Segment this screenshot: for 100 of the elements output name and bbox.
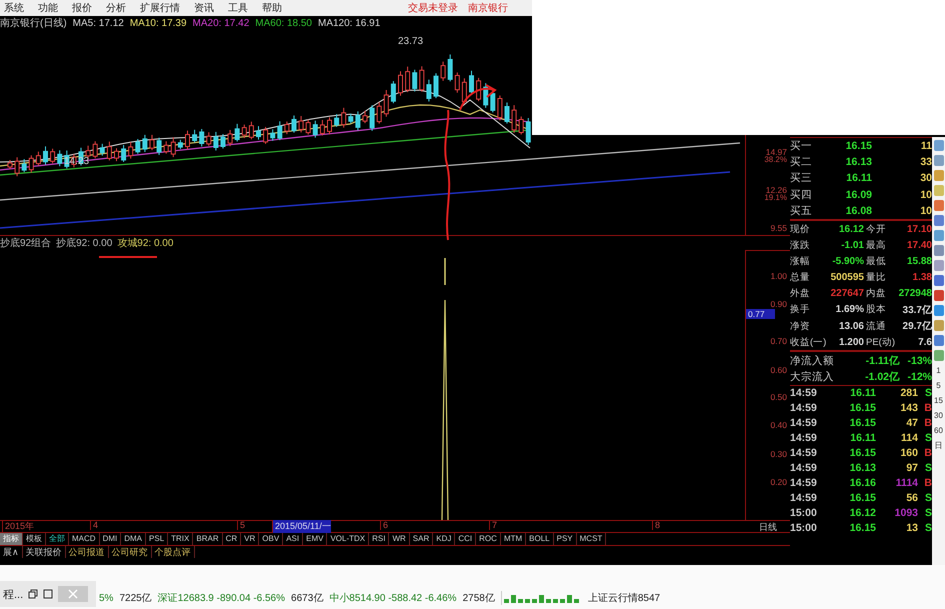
menu-item[interactable]: 资讯 (194, 1, 214, 15)
indicator-tab[interactable]: OBV (259, 533, 284, 545)
trade-side: S (924, 387, 932, 400)
stat-value: -5.90% (831, 256, 864, 267)
indicator-label: 抄底92: 0.00 (56, 236, 112, 250)
info-tab[interactable]: 公司报道 (66, 546, 109, 558)
menu-item[interactable]: 扩展行情 (140, 1, 180, 15)
trade-price: 16.15 (848, 522, 876, 534)
indicator-tab[interactable]: DMI (100, 533, 122, 545)
period-button[interactable]: 日 (934, 440, 942, 451)
menu-item[interactable]: 功能 (38, 1, 58, 15)
moving-average-label: MA60: 18.50 (255, 18, 312, 28)
indicator-tab[interactable]: MACD (69, 533, 100, 545)
period-button[interactable]: 1 (936, 365, 941, 376)
cloud-quote-text: 上证云行情8547 (588, 592, 660, 605)
trade-time: 14:59 (790, 417, 818, 430)
trade-time: 15:00 (790, 522, 818, 534)
order-level-label: 买三 (790, 171, 813, 186)
axis-label: 0.30 (770, 449, 787, 459)
indicator-tab[interactable]: MTM (500, 533, 526, 545)
menu-item[interactable]: 报价 (72, 1, 92, 15)
period-button[interactable]: 60 (934, 425, 943, 436)
stat-value: 1.69% (834, 304, 864, 316)
low-price-label: 14.23 (64, 156, 90, 167)
stat-value: 16.12 (838, 224, 864, 235)
axis-label: 0.90 (770, 299, 787, 309)
indicator-tab[interactable]: RSI (369, 533, 390, 545)
menu-item[interactable]: 帮助 (262, 1, 282, 15)
toolbar-icon[interactable] (934, 245, 944, 256)
order-level-label: 买五 (790, 204, 813, 218)
indicator-tab[interactable]: 指标 (0, 533, 23, 545)
indicator-tab[interactable]: BRAR (193, 533, 223, 545)
info-tab[interactable]: 展∧ (0, 546, 23, 558)
stat-value: 1.38 (912, 272, 932, 284)
indicator-tab[interactable]: SAR (410, 533, 434, 545)
trade-time: 14:59 (790, 402, 818, 414)
menu-item[interactable]: 工具 (228, 1, 248, 15)
indicator-tab[interactable]: TRIX (168, 533, 194, 545)
axis-label: 0.50 (770, 392, 787, 402)
menu-item[interactable]: 系统 (4, 1, 24, 15)
indicator-tab[interactable]: KDJ (433, 533, 456, 545)
stat-value: 15.88 (906, 256, 932, 267)
period-button[interactable]: 30 (934, 410, 943, 421)
toolbar-icon[interactable] (934, 350, 944, 361)
flow-share: -12% (906, 370, 932, 383)
restore-icon[interactable] (28, 589, 38, 599)
market-index-text: 5% (99, 592, 114, 604)
indicator-tab[interactable]: 全部 (46, 533, 69, 545)
axis-label: 19.1% (764, 193, 787, 202)
maximize-icon[interactable] (43, 589, 54, 599)
toolbar-icon[interactable] (934, 260, 944, 271)
indicator-tab[interactable]: CCI (455, 533, 476, 545)
indicator-tab[interactable]: EMV (303, 533, 328, 545)
toolbar-icon[interactable] (934, 170, 944, 181)
axis-label: 0.20 (770, 477, 787, 487)
flow-value: -1.11亿 (864, 354, 900, 368)
trade-volume: 160 (899, 447, 918, 460)
indicator-tab[interactable]: CR (222, 533, 242, 545)
stat-label: 量比 (865, 271, 887, 284)
toolbar-icon[interactable] (934, 305, 944, 316)
minimized-window[interactable]: 程... (0, 581, 96, 607)
indicator-tab[interactable]: PSL (146, 533, 168, 545)
bid-price: 16.08 (844, 204, 872, 217)
indicator-tab[interactable]: BOLL (526, 533, 554, 545)
indicator-tab[interactable]: ASI (283, 533, 304, 545)
toolbar-icon[interactable] (934, 290, 944, 301)
indicator-tab[interactable]: DMA (121, 533, 146, 545)
indicator-tab[interactable]: MCST (576, 533, 606, 545)
indicator-tab[interactable]: 模板 (23, 533, 46, 545)
flow-label: 净流入额 (790, 354, 835, 368)
info-tab[interactable]: 关联报价 (22, 546, 66, 558)
indicator-tab[interactable]: ROC (476, 533, 501, 545)
info-tab[interactable]: 个股点评 (152, 546, 195, 558)
menu-link[interactable]: 交易未登录 (408, 1, 458, 15)
close-button[interactable] (58, 586, 88, 602)
toolbar-icon[interactable] (934, 215, 944, 226)
indicator-tab[interactable]: VR (241, 533, 260, 545)
indicator-tab[interactable]: PSY (554, 533, 577, 545)
menu-link[interactable]: 南京银行 (468, 1, 508, 15)
toolbar-icon[interactable] (934, 275, 944, 286)
trade-time: 14:59 (790, 477, 818, 490)
period-button[interactable]: 15 (934, 395, 943, 406)
indicator-tab[interactable]: WR (389, 533, 410, 545)
moving-average-label: MA5: 17.12 (72, 18, 124, 28)
toolbar-icon[interactable] (934, 200, 944, 211)
bid-price: 16.13 (844, 156, 872, 168)
toolbar-icon[interactable] (934, 155, 944, 166)
indicator-tab[interactable]: VOL-TDX (327, 533, 370, 545)
toolbar-icon[interactable] (934, 320, 944, 331)
stat-value: 227647 (830, 288, 864, 300)
axis-label: 1.00 (770, 271, 787, 281)
toolbar-icon[interactable] (934, 335, 944, 346)
toolbar-icon[interactable] (934, 140, 944, 151)
stat-label: 收益(一) (790, 336, 826, 349)
toolbar-icon[interactable] (934, 230, 944, 241)
trade-volume: 281 (899, 387, 918, 400)
menu-item[interactable]: 分析 (106, 1, 126, 15)
period-button[interactable]: 5 (936, 380, 941, 391)
axis-label: 14.97 (766, 147, 787, 157)
info-tab[interactable]: 公司研究 (108, 546, 152, 558)
